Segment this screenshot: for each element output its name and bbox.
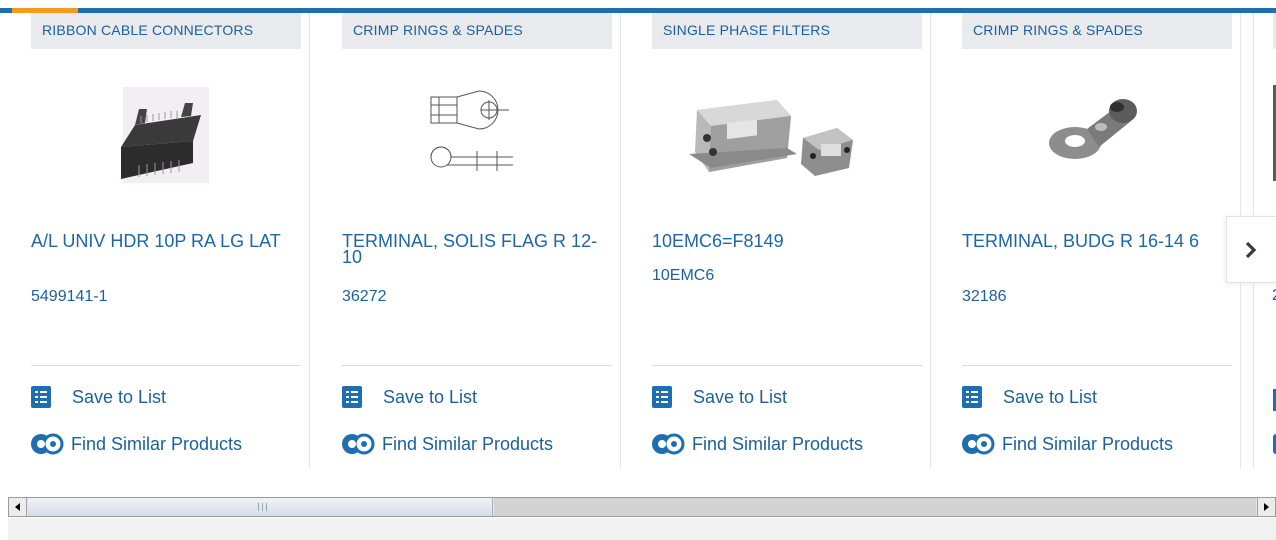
ring-terminal-image[interactable]	[962, 77, 1232, 193]
checklist-icon	[652, 386, 672, 408]
ribbon-connector-image[interactable]	[31, 77, 301, 193]
save-to-list-button[interactable]: Save to List	[342, 386, 477, 408]
divider	[962, 365, 1232, 366]
find-similar-button[interactable]: Find Similar Products	[962, 431, 1173, 457]
arrow-right-icon	[1264, 503, 1269, 511]
chevron-right-icon	[1245, 241, 1257, 258]
gears-icon	[31, 433, 64, 455]
product-category[interactable]: CRIMP RINGS & SPADES	[342, 13, 612, 49]
divider	[31, 365, 301, 366]
gears-icon	[962, 433, 995, 455]
product-card: CRIMP RINGS & SPADES TERMINAL, BUDG R 16…	[931, 13, 1241, 469]
product-title-link[interactable]: TERMINAL, SOLIS FLAG R 12-10	[342, 232, 612, 266]
checklist-icon	[342, 386, 362, 408]
scrollbar-thumb[interactable]	[28, 498, 493, 516]
save-label: Save to List	[383, 386, 478, 407]
save-label: Save to List	[693, 386, 788, 407]
product-title-link[interactable]: 10EMC6=F8149	[652, 232, 922, 250]
part-number-link[interactable]: 36272	[342, 288, 387, 306]
page-footer-band	[8, 518, 1276, 540]
save-label: Save to List	[1003, 386, 1098, 407]
save-to-list-button[interactable]: Save to List	[652, 386, 787, 408]
divider	[652, 365, 922, 366]
gears-icon	[652, 433, 685, 455]
scroll-right-button[interactable]	[1257, 498, 1275, 516]
product-title-link[interactable]: TERMINAL, BUDG R 16-14 6	[962, 232, 1232, 250]
part-number-link[interactable]: 10EMC6	[652, 267, 714, 285]
checklist-icon	[31, 386, 51, 408]
flag-terminal-drawing[interactable]	[342, 77, 612, 193]
product-title-link[interactable]: A/L UNIV HDR 10P RA LG LAT	[31, 232, 301, 250]
part-number-link[interactable]: 32186	[962, 288, 1007, 306]
scroll-left-button[interactable]	[9, 498, 27, 516]
product-carousel: RIBBON CABLE CONNECTORS A/L UNIV HDR 10P…	[0, 13, 1276, 469]
product-card: SINGLE PHASE FILTERS 10EMC6=F8149 10EMC6	[621, 13, 931, 469]
part-number-link[interactable]: 5499141-1	[31, 288, 108, 306]
find-similar-label: Find Similar Products	[1002, 433, 1174, 454]
find-similar-label: Find Similar Products	[692, 433, 864, 454]
emc-filter-image[interactable]	[652, 77, 922, 193]
product-category[interactable]: RIBBON CABLE CONNECTORS	[31, 13, 301, 49]
product-card: CRIMP RINGS & SPADES TERMINAL, SOLIS FLA…	[311, 13, 621, 469]
find-similar-label: Find Similar Products	[382, 433, 554, 454]
checklist-icon	[962, 386, 982, 408]
find-similar-button[interactable]: Find Similar Products	[342, 431, 553, 457]
product-category[interactable]: SINGLE PHASE FILTERS	[652, 13, 922, 49]
carousel-next-button[interactable]	[1226, 216, 1276, 283]
gears-icon	[342, 433, 375, 455]
find-similar-button[interactable]: Find Similar Products	[652, 431, 863, 457]
find-similar-button[interactable]: Find Similar Products	[31, 431, 242, 457]
save-to-list-button[interactable]: Save to List	[962, 386, 1097, 408]
horizontal-scrollbar[interactable]	[8, 497, 1276, 517]
save-to-list-button[interactable]: Save to List	[31, 386, 166, 408]
part-number-link[interactable]: 2	[1272, 287, 1276, 305]
scrollbar-track[interactable]	[494, 498, 1256, 516]
product-category[interactable]: CRIMP RINGS & SPADES	[962, 13, 1232, 49]
grip-icon	[258, 503, 267, 511]
product-card: RIBBON CABLE CONNECTORS A/L UNIV HDR 10P…	[0, 13, 310, 469]
divider	[342, 365, 612, 366]
save-label: Save to List	[72, 386, 167, 407]
find-similar-label: Find Similar Products	[71, 433, 243, 454]
arrow-left-icon	[15, 503, 20, 511]
